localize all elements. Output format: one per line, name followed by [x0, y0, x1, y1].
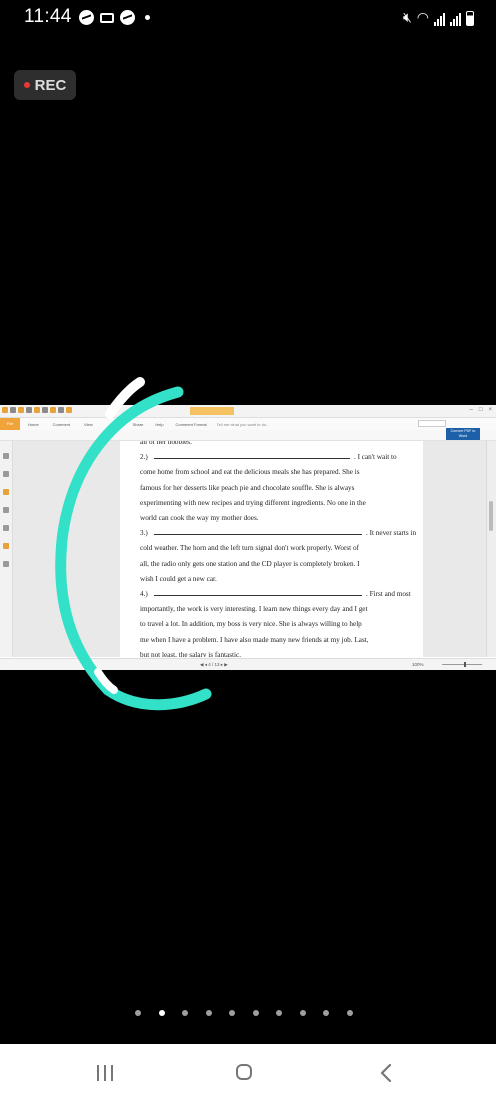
rec-label: REC: [34, 76, 67, 94]
maximize-icon[interactable]: □: [479, 407, 483, 413]
app-title-bar: – □ ×: [0, 405, 496, 418]
back-icon[interactable]: [378, 1063, 394, 1083]
comments-icon[interactable]: [3, 489, 9, 495]
messenger-icon: [79, 10, 94, 25]
item-line: all, the radio only gets one station and…: [140, 559, 360, 568]
home-icon[interactable]: [236, 1064, 252, 1080]
battery-icon: [466, 11, 474, 26]
page-indicator-dots: [135, 1010, 353, 1016]
video-frame-pdf-viewer[interactable]: – □ × File Home Comment View Share Help …: [0, 405, 496, 670]
page-dot[interactable]: [346, 1010, 353, 1016]
notification-icons: [79, 10, 150, 25]
item-line: me when I have a problem. I have also ma…: [140, 635, 369, 644]
tab-help[interactable]: Help: [155, 422, 163, 427]
item-line: importantly, the work is very interestin…: [140, 605, 368, 614]
bookmark-icon[interactable]: [3, 453, 9, 459]
video-call-icon: [100, 12, 114, 23]
item-line: come home from school and eat the delici…: [140, 468, 360, 477]
toolbar-row: [0, 430, 496, 441]
tool-tab-highlight: [190, 407, 234, 415]
more-notifications-icon: [145, 15, 150, 20]
thumbnails-icon[interactable]: [3, 471, 9, 477]
recents-icon[interactable]: [97, 1065, 113, 1081]
item-header: 2.). I can't wait to: [140, 453, 397, 462]
convert-pdf-to-word-button[interactable]: Convert PDF to Word: [446, 428, 480, 440]
tab-comment-format[interactable]: Comment Format: [176, 422, 207, 427]
document-text: all of her hobbies. 2.). I can't wait to…: [140, 441, 417, 657]
app-status-bar: ◀ ◂ 4 / 13 ▸ ▶ 100%: [0, 658, 496, 670]
ribbon-tabs-right: Share Help Comment Format: [133, 422, 207, 427]
ribbon-tabs: Home Comment View: [28, 422, 93, 427]
page-indicator[interactable]: 4 / 13: [208, 662, 219, 667]
partial-line: all of her hobbies.: [140, 441, 192, 446]
page-dot[interactable]: [229, 1010, 235, 1016]
mute-icon: 🔇︎: [402, 9, 412, 25]
item-header: 3.). It never starts in: [140, 529, 417, 538]
page-dot[interactable]: [299, 1010, 306, 1016]
item-line: to travel a lot. In addition, my boss is…: [140, 620, 362, 629]
left-tool-rail: [0, 441, 13, 657]
item-line: wish I could get a new car.: [140, 574, 217, 583]
page-dot[interactable]: [323, 1010, 329, 1016]
item-line: cold weather. The horn and the left turn…: [140, 544, 359, 553]
messenger-icon: [120, 10, 135, 25]
signal-icon-2: [450, 13, 461, 26]
close-icon[interactable]: ×: [488, 407, 492, 413]
page-dot[interactable]: [182, 1010, 188, 1016]
page-dot[interactable]: [276, 1010, 282, 1016]
document-area: all of her hobbies. 2.). I can't wait to…: [13, 441, 487, 657]
white-stroke-lower: [94, 668, 118, 694]
item-header: 4.). First and most: [140, 590, 411, 599]
find-input[interactable]: [418, 420, 446, 427]
vertical-scrollbar[interactable]: [486, 441, 496, 657]
record-dot-icon: [23, 82, 30, 88]
zoom-level[interactable]: 100%: [412, 662, 424, 667]
tell-me-input[interactable]: Tell me what you want to do...: [217, 422, 270, 427]
tab-share[interactable]: Share: [133, 422, 144, 427]
item-line: but not least, the salary is fantastic.: [140, 650, 241, 657]
signal-icon: [434, 13, 445, 26]
tab-file[interactable]: File: [0, 418, 20, 430]
tab-view[interactable]: View: [84, 422, 93, 427]
tab-home[interactable]: Home: [28, 422, 39, 427]
zoom-slider[interactable]: [442, 662, 482, 667]
system-icons: 🔇︎ ◠: [403, 9, 474, 26]
wifi-icon: ◠: [416, 9, 429, 25]
layers-icon[interactable]: [3, 543, 9, 549]
status-time: 11:44: [24, 6, 72, 27]
attachments-icon[interactable]: [3, 507, 9, 513]
page-dot[interactable]: [135, 1010, 141, 1016]
item-line: famous for her desserts like peach pie a…: [140, 483, 355, 492]
item-line: experimenting with new recipes and tryin…: [140, 498, 366, 507]
status-bar: 11:44 🔇︎ ◠: [0, 0, 496, 36]
tab-comment[interactable]: Comment: [53, 422, 70, 427]
search-icon[interactable]: [3, 561, 9, 567]
quick-access-toolbar[interactable]: [2, 407, 72, 413]
window-controls[interactable]: – □ ×: [470, 407, 492, 413]
page-nav-icons[interactable]: ◀ ◂ 4 / 13 ▸ ▶: [200, 662, 228, 668]
page-dot[interactable]: [205, 1010, 212, 1016]
rec-badge[interactable]: REC: [14, 70, 76, 100]
minimize-icon[interactable]: –: [470, 407, 473, 413]
signatures-icon[interactable]: [3, 525, 9, 531]
item-line: world can cook the way my mother does.: [140, 514, 259, 523]
ribbon: File Home Comment View Share Help Commen…: [0, 418, 496, 430]
page-dot-active[interactable]: [158, 1010, 165, 1016]
page-dot[interactable]: [252, 1010, 259, 1016]
navigation-bar: [0, 1044, 496, 1104]
pdf-page: all of her hobbies. 2.). I can't wait to…: [120, 441, 423, 657]
